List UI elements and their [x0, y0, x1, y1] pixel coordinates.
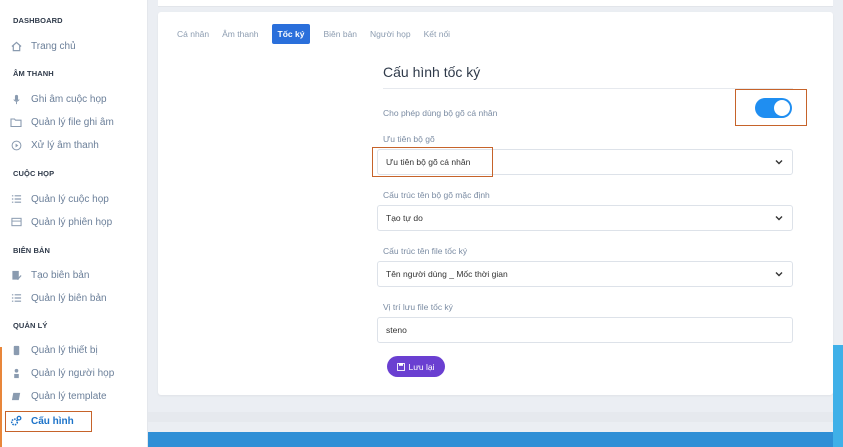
default-structure-select[interactable]: Tạo tự do [377, 205, 793, 231]
highlight-box-priority [372, 147, 493, 177]
sidebar-item-create-minutes[interactable]: Tạo biên bản [10, 266, 89, 284]
default-structure-label: Cấu trúc tên bộ gõ mặc định [383, 190, 490, 200]
tab-steno[interactable]: Tốc ký [271, 24, 311, 44]
save-button[interactable]: Lưu lại [387, 356, 445, 377]
save-button-label: Lưu lại [408, 361, 435, 372]
sidebar: DASHBOARD Trang chủ ÂM THANH Ghi âm cuộc… [0, 0, 148, 447]
sidebar-item-label: Quản lý file ghi âm [31, 116, 114, 128]
home-icon [10, 40, 22, 52]
chevron-down-icon [775, 160, 783, 165]
section-minutes: BIÊN BẢN [13, 246, 51, 255]
form-title: Cấu hình tốc ký [383, 64, 481, 80]
sidebar-item-record[interactable]: Ghi âm cuộc họp [10, 90, 107, 108]
section-meeting: CUỘC HỌP [13, 169, 55, 178]
book-icon [10, 390, 22, 402]
section-dashboard: DASHBOARD [13, 16, 63, 25]
list-icon [10, 193, 22, 205]
priority-label: Ưu tiên bộ gõ [383, 134, 435, 144]
location-label: Vị trí lưu file tốc ký [383, 302, 453, 312]
location-input[interactable]: steno [377, 317, 793, 343]
device-icon [10, 344, 22, 356]
sidebar-item-label: Quản lý người họp [31, 367, 115, 379]
tab-minutes[interactable]: Biên bản [323, 24, 357, 44]
sidebar-item-templates[interactable]: Quản lý template [10, 387, 107, 405]
sidebar-item-meetings[interactable]: Quản lý cuộc họp [10, 190, 109, 208]
highlight-box-settings [5, 411, 92, 432]
sidebar-item-devices[interactable]: Quản lý thiết bị [10, 341, 98, 359]
sidebar-item-label: Quản lý thiết bị [31, 344, 98, 356]
file-structure-value: Tên người dùng _ Mốc thời gian [386, 269, 508, 279]
section-manage: QUẢN LÝ [13, 321, 48, 330]
sidebar-item-participants[interactable]: Quản lý người họp [10, 364, 114, 382]
sidebar-accent-bar [0, 347, 2, 447]
sidebar-item-label: Quản lý cuộc họp [31, 193, 109, 205]
chevron-down-icon [775, 272, 783, 277]
microphone-icon [10, 93, 22, 105]
floppy-disk-icon [397, 362, 406, 371]
document-edit-icon [10, 269, 22, 281]
sidebar-item-files[interactable]: Quản lý file ghi âm [10, 113, 114, 131]
location-input-value: steno [386, 325, 407, 335]
file-structure-select[interactable]: Tên người dùng _ Mốc thời gian [377, 261, 793, 287]
sidebar-item-label: Tạo biên bản [31, 269, 90, 281]
tab-participants[interactable]: Người họp [370, 24, 411, 44]
table-icon [10, 216, 22, 228]
settings-tabs: Cá nhân Âm thanh Tốc ký Biên bản Người h… [177, 24, 463, 44]
corner-band [833, 345, 843, 447]
bottom-card-edge [148, 412, 843, 422]
footer-band [148, 432, 843, 447]
tab-connect[interactable]: Kết nối [424, 24, 450, 44]
sidebar-item-label: Quản lý template [31, 390, 107, 402]
sidebar-item-label: Ghi âm cuộc họp [31, 93, 107, 105]
sidebar-item-sessions[interactable]: Quản lý phiên họp [10, 213, 112, 231]
sidebar-item-manage-minutes[interactable]: Quản lý biên bản [10, 289, 107, 307]
section-audio: ÂM THANH [13, 69, 54, 78]
folder-icon [10, 116, 22, 128]
list-icon [10, 292, 22, 304]
sidebar-item-label: Xử lý âm thanh [31, 139, 99, 151]
highlight-box-toggle [735, 89, 807, 126]
tab-personal[interactable]: Cá nhân [177, 24, 209, 44]
top-card-edge [158, 0, 833, 7]
sidebar-item-label: Quản lý biên bản [31, 292, 107, 304]
form-divider [383, 88, 793, 89]
sidebar-item-home[interactable]: Trang chủ [10, 37, 76, 55]
file-structure-label: Cấu trúc tên file tốc ký [383, 246, 468, 256]
user-icon [10, 367, 22, 379]
tab-audio[interactable]: Âm thanh [222, 24, 258, 44]
sidebar-item-label: Quản lý phiên họp [31, 216, 113, 228]
play-circle-icon [10, 139, 22, 151]
sidebar-item-label: Trang chủ [31, 40, 76, 52]
sidebar-item-process[interactable]: Xử lý âm thanh [10, 136, 99, 154]
personal-input-label: Cho phép dùng bộ gõ cá nhân [383, 108, 498, 118]
default-structure-value: Tạo tự do [386, 213, 423, 223]
chevron-down-icon [775, 216, 783, 221]
